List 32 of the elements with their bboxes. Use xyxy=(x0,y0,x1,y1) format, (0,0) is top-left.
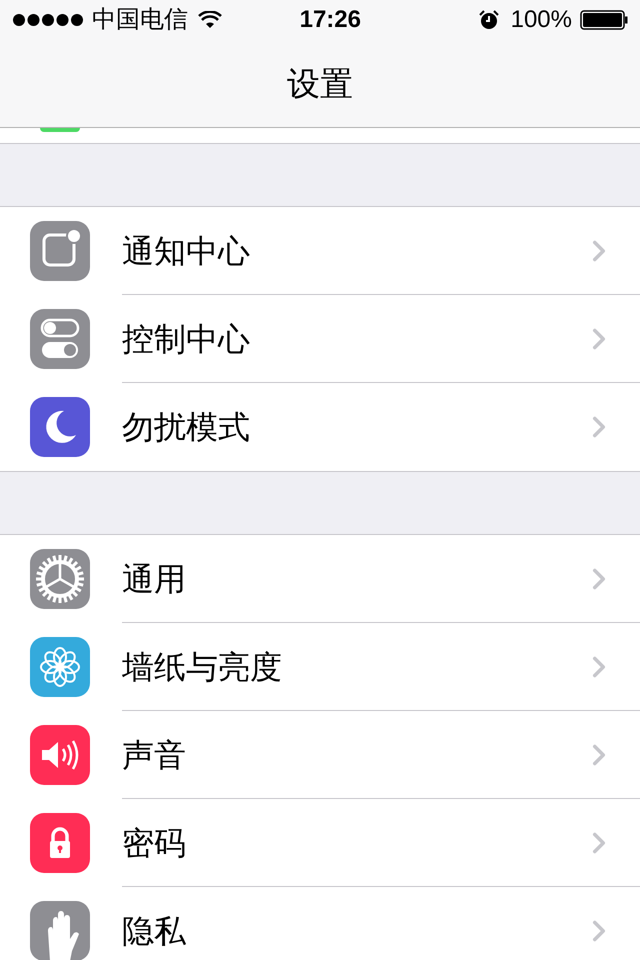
settings-row[interactable]: 通用 xyxy=(0,535,640,623)
settings-row[interactable]: 勿扰模式 xyxy=(0,383,640,471)
speaker-icon xyxy=(30,725,90,785)
signal-icon xyxy=(12,13,84,27)
settings-row[interactable]: 通知中心 xyxy=(0,207,640,295)
settings-row[interactable]: 控制中心 xyxy=(0,295,640,383)
toggles-icon xyxy=(30,309,90,369)
row-label: 声音 xyxy=(122,736,187,774)
nav-title: 设置 xyxy=(287,64,353,104)
gear-icon xyxy=(30,549,90,609)
lock-icon xyxy=(30,813,90,873)
row-label: 隐私 xyxy=(122,912,187,951)
hand-icon xyxy=(30,901,90,960)
carrier-name: 中国电信 xyxy=(92,5,188,35)
row-label: 密码 xyxy=(122,824,187,862)
settings-row[interactable]: 声音 xyxy=(0,711,640,799)
row-label: 通知中心 xyxy=(122,232,251,270)
settings-row[interactable]: 密码 xyxy=(0,799,640,887)
moon-icon xyxy=(30,397,90,457)
wifi-icon xyxy=(198,11,222,29)
settings-row[interactable]: 隐私 xyxy=(0,887,640,960)
status-time: 17:26 xyxy=(300,5,361,35)
row-label: 勿扰模式 xyxy=(122,408,251,447)
row-label: 通用 xyxy=(122,560,187,598)
row-label: 墙纸与亮度 xyxy=(122,648,283,686)
row-label: 控制中心 xyxy=(122,320,251,358)
battery-percentage: 100% xyxy=(510,5,572,35)
flower-icon xyxy=(30,637,90,697)
notifications-icon xyxy=(30,221,90,281)
alarm-icon xyxy=(478,10,499,30)
settings-row[interactable]: 墙纸与亮度 xyxy=(0,623,640,711)
battery-icon xyxy=(580,10,628,30)
